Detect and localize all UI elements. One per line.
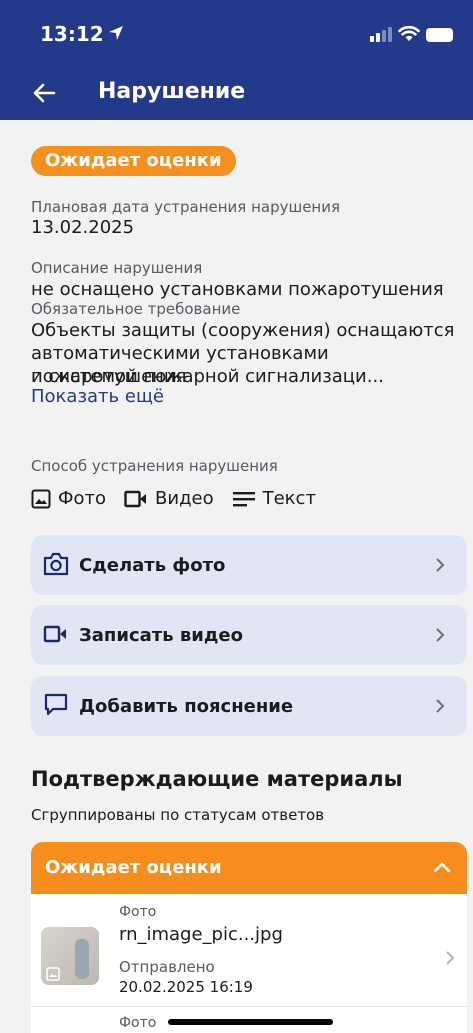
group-header-awaiting[interactable]: Ожидает оценки xyxy=(31,842,467,894)
cellular-signal-icon xyxy=(370,27,392,42)
app-header: 13:12 Нарушение xyxy=(0,0,473,120)
camera-icon xyxy=(43,552,69,576)
status-badge: Ожидает оценки xyxy=(31,146,236,176)
status-bar: 13:12 xyxy=(0,0,473,72)
file-type: Фото xyxy=(119,1015,157,1031)
methods-label: Способ устранения нарушения xyxy=(31,457,278,475)
method-video: Видео xyxy=(124,488,214,509)
page-title: Нарушение xyxy=(98,79,246,104)
method-text: Текст xyxy=(232,488,316,509)
file-name: rn_image_pic...jpg xyxy=(119,924,283,945)
video-icon xyxy=(43,625,66,643)
show-more-link[interactable]: Показать ещё xyxy=(31,386,164,407)
add-comment-label: Добавить пояснение xyxy=(79,695,294,717)
description-value: не оснащено установками пожаротушения xyxy=(31,279,444,300)
file-sent-label: Отправлено xyxy=(119,958,215,976)
wifi-icon xyxy=(398,25,420,41)
record-video-label: Записать видео xyxy=(79,624,243,646)
battery-icon xyxy=(426,28,453,42)
chevron-right-icon xyxy=(436,558,445,572)
chevron-right-icon xyxy=(436,628,445,642)
requirement-label: Обязательное требование xyxy=(31,300,241,318)
location-arrow-icon xyxy=(109,26,123,40)
description-label: Описание нарушения xyxy=(31,259,203,277)
image-icon xyxy=(31,489,51,508)
take-photo-label: Сделать фото xyxy=(79,554,226,576)
thumbnail-object xyxy=(75,939,89,979)
file-thumbnail xyxy=(41,927,99,985)
group-title: Ожидает оценки xyxy=(45,857,222,878)
image-icon xyxy=(46,967,60,981)
chevron-up-icon xyxy=(433,862,451,873)
text-lines-icon xyxy=(232,491,255,506)
chevron-right-icon xyxy=(436,699,445,713)
comment-icon xyxy=(44,693,68,716)
add-comment-button[interactable]: Добавить пояснение xyxy=(31,676,467,736)
file-row[interactable]: Фото rn_image_pic...jpg Отправлено 20.02… xyxy=(31,894,467,1006)
status-time: 13:12 xyxy=(40,22,104,46)
methods-list: Фото Видео Текст xyxy=(31,488,334,509)
method-text-label: Текст xyxy=(262,488,316,509)
chevron-right-icon xyxy=(446,951,455,965)
method-photo: Фото xyxy=(31,488,106,509)
materials-subtitle: Сгруппированы по статусам ответов xyxy=(31,806,325,824)
file-sent-date: 20.02.2025 16:19 xyxy=(119,978,253,996)
requirement-line-1: Объекты защиты (сооружения) оснащаются xyxy=(31,320,455,341)
due-date-label: Плановая дата устранения нарушения xyxy=(31,198,341,216)
record-video-button[interactable]: Записать видео xyxy=(31,605,467,665)
method-photo-label: Фото xyxy=(58,488,107,509)
file-type: Фото xyxy=(119,904,157,920)
take-photo-button[interactable]: Сделать фото xyxy=(31,535,467,595)
due-date-value: 13.02.2025 xyxy=(31,217,135,238)
requirement-line-3: и системой пожарной сигнализаци... xyxy=(31,366,384,387)
video-icon xyxy=(124,490,147,507)
materials-title: Подтверждающие материалы xyxy=(31,767,403,791)
back-arrow-icon[interactable] xyxy=(32,82,56,104)
method-video-label: Видео xyxy=(155,488,214,509)
home-indicator xyxy=(168,1019,333,1025)
